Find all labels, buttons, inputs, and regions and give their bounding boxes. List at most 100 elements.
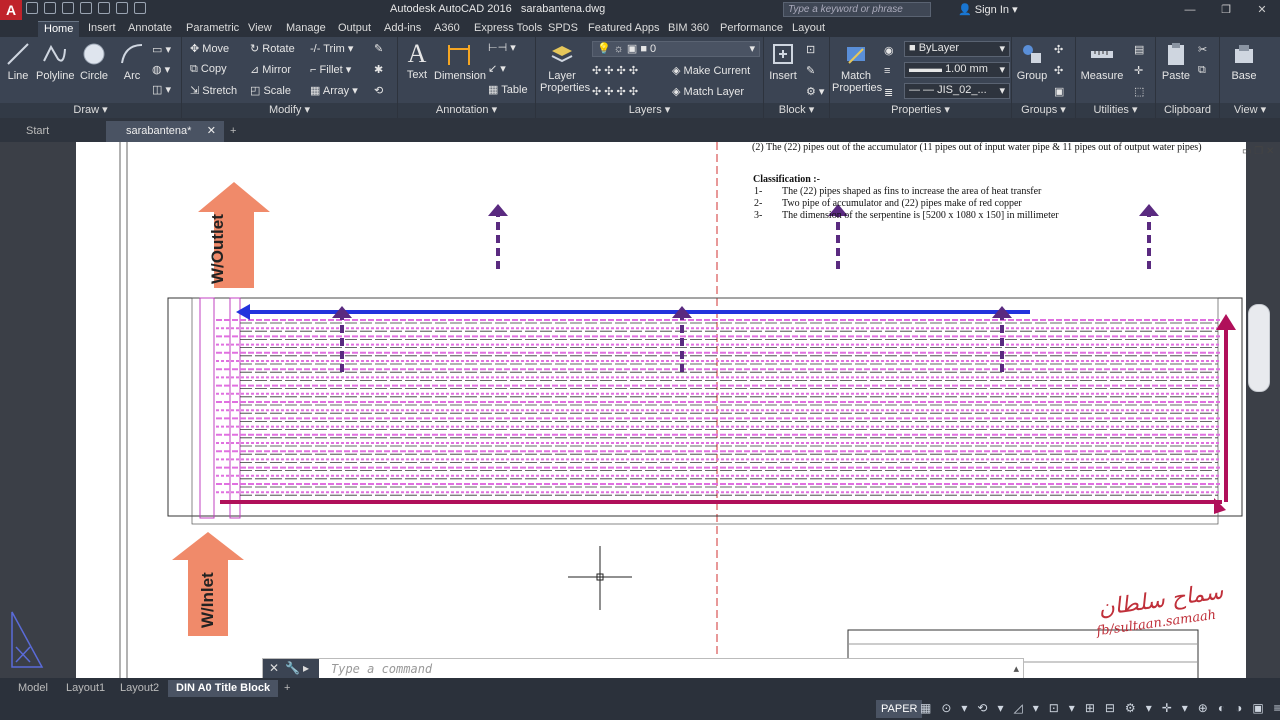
circle-button[interactable]: Circle (78, 41, 110, 82)
drawing-canvas[interactable]: (2) The (22) pipes out of the accumulato… (0, 142, 1280, 678)
clipboard-panel-label[interactable]: Clipboard (1156, 103, 1219, 118)
attribute-icon[interactable]: ⚙ ▾ (806, 85, 824, 98)
table-button[interactable]: ▦ Table (488, 83, 528, 96)
wrench-icon[interactable]: 🔧 (285, 661, 300, 675)
tab-home[interactable]: Home (38, 21, 80, 37)
maximize-button[interactable]: ❐ (1208, 0, 1244, 20)
edit-block-icon[interactable]: ✎ (806, 64, 815, 77)
ungroup-icon[interactable]: ✣ (1054, 43, 1063, 56)
layers-panel-label[interactable]: Layers ▾ (536, 103, 763, 118)
group-edit-icon[interactable]: ✣ (1054, 64, 1063, 77)
command-history-icon[interactable]: ▸ (303, 661, 309, 675)
linear-dim-icon[interactable]: ⊢⊣ ▾ (488, 41, 516, 54)
viewport-controls[interactable]: ▭ ❐ ✕ (1242, 146, 1274, 157)
tab-layout[interactable]: Layout (786, 21, 831, 37)
doc-tab-sarabantena[interactable]: sarabantena* ✕ (106, 121, 224, 142)
tab-manage[interactable]: Manage (280, 21, 332, 37)
move-button[interactable]: ✥ Move (190, 42, 229, 55)
modify-panel-label[interactable]: Modify ▾ (182, 103, 397, 118)
color-dropdown[interactable]: ■ ByLayer ▾ (904, 41, 1010, 57)
close-command-icon[interactable]: ✕ (269, 661, 279, 675)
trim-button[interactable]: -/- Trim ▾ (310, 42, 353, 55)
make-current-button[interactable]: ◈ Make Current (672, 64, 750, 77)
properties-panel-label[interactable]: Properties ▾ (830, 103, 1011, 118)
match-layer-button[interactable]: ◈ Match Layer (672, 85, 744, 98)
sign-in-button[interactable]: 👤 Sign In ▾ (958, 3, 1018, 16)
insert-button[interactable]: Insert (766, 41, 800, 82)
layout-tab-layout2[interactable]: Layout2 (112, 680, 167, 697)
offset-icon[interactable]: ⟲ (374, 84, 383, 97)
linetype-dropdown[interactable]: — — JIS_02_... ▾ (904, 83, 1010, 99)
tab-featured-apps[interactable]: Featured Apps (582, 21, 666, 37)
utilities-panel-label[interactable]: Utilities ▾ (1076, 103, 1155, 118)
leader-icon[interactable]: ↙ ▾ (488, 62, 506, 75)
measure-button[interactable]: Measure (1080, 41, 1124, 82)
paper-space-toggle[interactable]: PAPER (876, 700, 923, 718)
select-all-icon[interactable]: ⬚ (1134, 85, 1144, 98)
draw-panel-label[interactable]: Draw ▾ (0, 103, 181, 118)
new-icon[interactable] (26, 2, 38, 14)
close-tab-icon[interactable]: ✕ (207, 121, 216, 141)
tab-insert[interactable]: Insert (82, 21, 122, 37)
copy-button[interactable]: ⧉ Copy (190, 63, 227, 76)
block-panel-label[interactable]: Block ▾ (764, 103, 829, 118)
tab-spds[interactable]: SPDS (542, 21, 584, 37)
cut-icon[interactable]: ✂ (1198, 43, 1207, 56)
rotate-button[interactable]: ↻ Rotate (250, 42, 295, 55)
group-select-icon[interactable]: ▣ (1054, 85, 1064, 98)
tab-view[interactable]: View (242, 21, 278, 37)
tab-annotate[interactable]: Annotate (122, 21, 178, 37)
navigation-bar[interactable] (1248, 304, 1270, 392)
layout-tab-model[interactable]: Model (10, 680, 56, 697)
doc-tab-start[interactable]: Start (6, 121, 69, 142)
minimize-button[interactable]: — (1172, 0, 1208, 20)
match-properties-button[interactable]: Match Properties (832, 41, 882, 94)
command-input[interactable]: Type a command (331, 662, 432, 676)
open-icon[interactable] (44, 2, 56, 14)
tab-add-ins[interactable]: Add-ins (378, 21, 427, 37)
create-block-icon[interactable]: ⊡ (806, 43, 815, 56)
autocad-logo-icon[interactable]: A (0, 0, 22, 20)
layout-tab-layout1[interactable]: Layout1 (58, 680, 113, 697)
layer-tools-icons-2[interactable]: ✣ ✣ ✣ ✣ (592, 85, 638, 98)
layout-tab-din-a0[interactable]: DIN A0 Title Block (168, 680, 279, 697)
undo-icon[interactable] (116, 2, 128, 14)
tab-bim360[interactable]: BIM 360 (662, 21, 715, 37)
keyword-search-input[interactable]: Type a keyword or phrase (783, 2, 931, 17)
dimension-button[interactable]: Dimension (434, 41, 486, 82)
groups-panel-label[interactable]: Groups ▾ (1012, 103, 1075, 118)
new-layout-button[interactable]: + (276, 680, 298, 697)
fillet-button[interactable]: ⌐ Fillet ▾ (310, 63, 351, 76)
command-line[interactable]: ✕ 🔧 ▸ Type a command ▴ (262, 658, 1024, 680)
close-button[interactable]: ✕ (1244, 0, 1280, 20)
tab-parametric[interactable]: Parametric (180, 21, 245, 37)
redo-icon[interactable] (134, 2, 146, 14)
new-tab-button[interactable]: + (222, 121, 244, 142)
command-options-icon[interactable]: ▴ (1013, 662, 1019, 675)
text-button[interactable]: A Text (402, 39, 432, 81)
lineweight-dropdown[interactable]: ▬▬▬ 1.00 mm ▾ (904, 62, 1010, 78)
array-button[interactable]: ▦ Array ▾ (310, 84, 358, 97)
layer-properties-button[interactable]: Layer Properties (540, 41, 590, 94)
print-icon[interactable] (98, 2, 110, 14)
copy-clip-icon[interactable]: ⧉ (1198, 64, 1206, 77)
layer-dropdown[interactable]: 💡 ☼ ▣ ■ 0 ▾ (592, 41, 760, 57)
paste-button[interactable]: Paste (1158, 41, 1194, 82)
tab-performance[interactable]: Performance (714, 21, 789, 37)
explode-icon[interactable]: ✱ (374, 63, 383, 76)
polyline-button[interactable]: Polyline (36, 41, 75, 82)
rectangle-icon[interactable]: ▭ ▾ (152, 43, 171, 56)
region-icon[interactable]: ◫ ▾ (152, 83, 171, 96)
line-button[interactable]: Line (4, 41, 32, 82)
erase-icon[interactable]: ✎ (374, 42, 383, 55)
tab-output[interactable]: Output (332, 21, 377, 37)
quick-calc-icon[interactable]: ▤ (1134, 43, 1144, 56)
save-icon[interactable] (62, 2, 74, 14)
save-as-icon[interactable] (80, 2, 92, 14)
stretch-button[interactable]: ⇲ Stretch (190, 84, 237, 97)
hatch-icon[interactable]: ◍ ▾ (152, 63, 170, 76)
arc-button[interactable]: Arc (118, 41, 146, 82)
view-panel-label[interactable]: View ▾ (1220, 103, 1280, 118)
layer-tools-icons[interactable]: ✣ ✣ ✣ ✣ (592, 64, 638, 77)
id-point-icon[interactable]: ✛ (1134, 64, 1143, 77)
